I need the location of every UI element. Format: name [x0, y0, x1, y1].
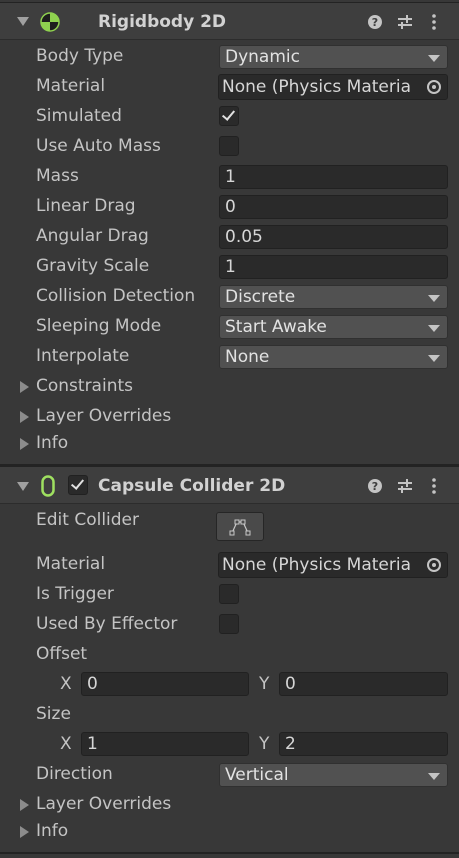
sleeping-mode-label: Sleeping Mode — [36, 316, 162, 336]
collision-detection-value: Discrete — [225, 287, 296, 307]
rigidbody-layer-overrides-label[interactable]: Layer Overrides — [36, 406, 171, 426]
constraints-foldout-label[interactable]: Constraints — [36, 376, 133, 396]
body-type-value: Dynamic — [225, 47, 300, 67]
direction-dropdown[interactable]: Vertical — [219, 763, 448, 787]
simulated-checkbox[interactable] — [219, 106, 239, 126]
help-icon[interactable]: ? — [367, 14, 383, 30]
gravity-scale-field[interactable]: 1 — [219, 255, 448, 279]
rigidbody-info-label[interactable]: Info — [36, 433, 68, 453]
interpolate-value: None — [225, 347, 270, 367]
bottom-divider — [0, 852, 459, 854]
chevron-down-icon — [428, 55, 440, 62]
offset-x-field[interactable]: 0 — [81, 672, 249, 696]
capsule-material-field[interactable]: None (Physics Materia — [218, 552, 448, 578]
rigidbody-info-arrow[interactable] — [20, 438, 29, 450]
used-by-effector-checkbox[interactable] — [219, 614, 239, 634]
rigidbody-title: Rigidbody 2D — [98, 12, 227, 32]
offset-x-axis-label[interactable]: X — [60, 674, 72, 694]
svg-text:?: ? — [372, 480, 378, 493]
capsule-info-label[interactable]: Info — [36, 821, 68, 841]
capsule-material-label: Material — [36, 554, 106, 574]
rigidbody-2d-icon — [40, 12, 60, 32]
svg-text:?: ? — [372, 16, 378, 29]
checkmark-icon — [221, 107, 236, 121]
chevron-down-icon — [428, 773, 440, 780]
use-auto-mass-label: Use Auto Mass — [36, 136, 161, 156]
linear-drag-label: Linear Drag — [36, 196, 136, 216]
body-type-dropdown[interactable]: Dynamic — [219, 45, 448, 69]
rigidbody-material-value: None (Physics Materia — [222, 77, 412, 97]
angular-drag-label: Angular Drag — [36, 226, 149, 246]
object-picker-icon[interactable] — [421, 553, 447, 577]
offset-y-axis-label[interactable]: Y — [259, 674, 269, 694]
body-type-label: Body Type — [36, 46, 124, 66]
chevron-down-icon — [428, 355, 440, 362]
capsule-title: Capsule Collider 2D — [98, 476, 286, 496]
capsule-enabled-checkbox[interactable] — [68, 475, 88, 495]
mass-field[interactable]: 1 — [219, 165, 448, 189]
rigidbody-material-field[interactable]: None (Physics Materia — [218, 74, 448, 100]
direction-label: Direction — [36, 764, 113, 784]
use-auto-mass-checkbox[interactable] — [219, 136, 239, 156]
sleeping-mode-value: Start Awake — [225, 317, 327, 337]
capsule-layer-overrides-label[interactable]: Layer Overrides — [36, 794, 171, 814]
offset-y-field[interactable]: 0 — [279, 672, 448, 696]
rigidbody-layer-overrides-arrow[interactable] — [20, 411, 29, 423]
help-icon[interactable]: ? — [367, 478, 383, 494]
gravity-scale-label: Gravity Scale — [36, 256, 150, 276]
size-y-field[interactable]: 2 — [279, 732, 448, 756]
kebab-menu-icon[interactable] — [428, 478, 440, 494]
capsule-collider-2d-icon — [41, 475, 55, 497]
object-picker-icon[interactable] — [421, 75, 447, 99]
chevron-down-icon — [428, 325, 440, 332]
checkmark-icon — [70, 476, 85, 490]
capsule-foldout-arrow[interactable] — [17, 482, 29, 491]
kebab-menu-icon[interactable] — [428, 14, 440, 30]
angular-drag-field[interactable]: 0.05 — [219, 225, 448, 249]
collision-detection-dropdown[interactable]: Discrete — [219, 285, 448, 309]
capsule-material-value: None (Physics Materia — [222, 555, 412, 575]
chevron-down-icon — [428, 295, 440, 302]
used-by-effector-label: Used By Effector — [36, 614, 178, 634]
is-trigger-checkbox[interactable] — [219, 584, 239, 604]
simulated-label: Simulated — [36, 106, 122, 126]
sleeping-mode-dropdown[interactable]: Start Awake — [219, 315, 448, 339]
collision-detection-label: Collision Detection — [36, 286, 196, 306]
size-x-field[interactable]: 1 — [81, 732, 249, 756]
mass-label: Mass — [36, 166, 79, 186]
offset-label: Offset — [36, 644, 88, 664]
capsule-collider-2d-header[interactable]: Capsule Collider 2D ? — [0, 466, 459, 504]
linear-drag-field[interactable]: 0 — [219, 195, 448, 219]
edit-collider-label: Edit Collider — [36, 510, 140, 530]
is-trigger-label: Is Trigger — [36, 584, 114, 604]
size-label: Size — [36, 704, 71, 724]
constraints-foldout-arrow[interactable] — [20, 381, 29, 393]
capsule-layer-overrides-arrow[interactable] — [20, 799, 29, 811]
rigidbody-2d-header[interactable]: Rigidbody 2D ? — [0, 2, 459, 40]
size-x-axis-label[interactable]: X — [60, 734, 72, 754]
edit-collider-button[interactable] — [216, 512, 264, 541]
rigidbody-foldout-arrow[interactable] — [17, 17, 29, 26]
rigidbody-material-label: Material — [36, 76, 106, 96]
size-y-axis-label[interactable]: Y — [259, 734, 269, 754]
interpolate-label: Interpolate — [36, 346, 130, 366]
direction-value: Vertical — [225, 765, 289, 785]
presets-icon[interactable] — [397, 478, 413, 494]
presets-icon[interactable] — [397, 14, 413, 30]
interpolate-dropdown[interactable]: None — [219, 345, 448, 369]
capsule-info-arrow[interactable] — [20, 826, 29, 838]
edit-collider-icon — [229, 519, 251, 536]
